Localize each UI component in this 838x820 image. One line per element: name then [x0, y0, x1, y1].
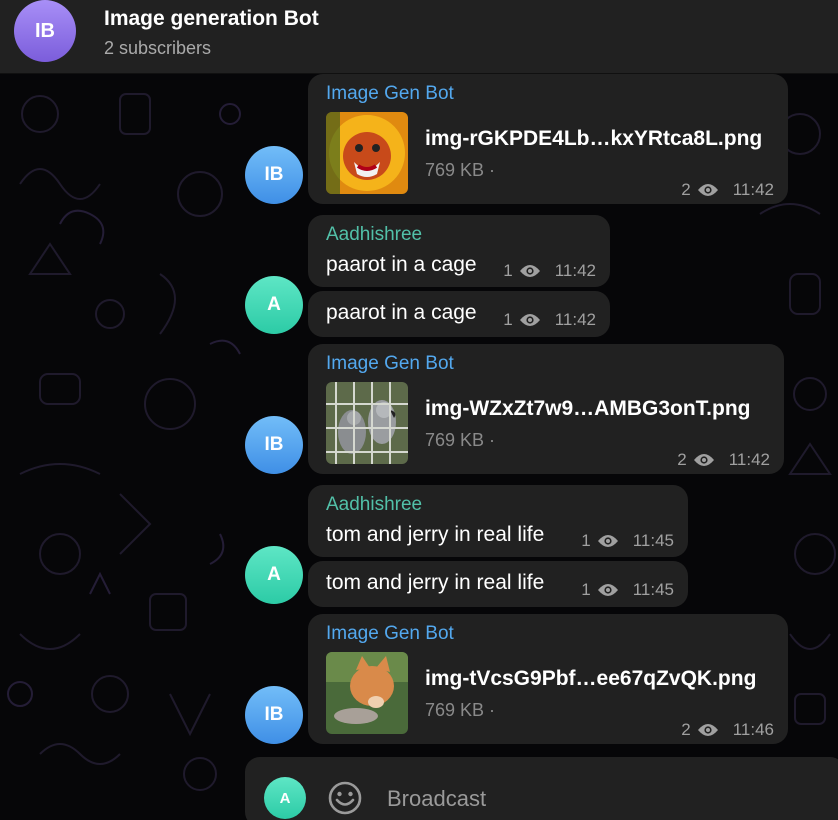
eye-icon [519, 314, 540, 326]
message-time: 11:42 [554, 261, 596, 280]
sender-avatar[interactable]: IB [245, 416, 303, 474]
message-meta: 2 11:46 [681, 720, 774, 740]
text-message[interactable]: Aadhishree tom and jerry in real life 1 … [308, 485, 688, 557]
sender-avatar[interactable]: A [245, 546, 303, 604]
emoji-icon[interactable] [327, 780, 363, 816]
view-count: 1 [581, 580, 591, 599]
view-count: 1 [503, 310, 513, 329]
file-name[interactable]: img-tVcsG9Pbf…ee67qZvQK.png [425, 667, 756, 691]
send-as-avatar[interactable]: A [264, 777, 306, 819]
message-composer[interactable]: A Broadcast [245, 757, 838, 820]
channel-avatar[interactable]: IB [14, 0, 76, 62]
eye-icon [597, 584, 618, 596]
message-meta: 1 11:42 [503, 310, 596, 330]
sender-name[interactable]: Image Gen Bot [326, 623, 454, 645]
channel-title[interactable]: Image generation Bot [104, 7, 319, 31]
view-count: 1 [503, 261, 513, 280]
sender-name[interactable]: Image Gen Bot [326, 353, 454, 375]
message-text: paarot in a cage [326, 253, 477, 276]
file-message[interactable]: Image Gen Bot img-tVcsG9Pbf…ee67qZvQK.pn… [308, 614, 788, 744]
text-message[interactable]: paarot in a cage 1 11:42 [308, 291, 610, 337]
view-count: 2 [681, 720, 691, 739]
message-time: 11:42 [732, 180, 774, 199]
message-time: 11:42 [554, 310, 596, 329]
sender-name[interactable]: Aadhishree [326, 224, 422, 246]
file-name[interactable]: img-WZxZt7w9…AMBG3onT.png [425, 397, 750, 421]
view-count: 1 [581, 531, 591, 550]
subscriber-count: 2 subscribers [104, 38, 212, 58]
cat-icon[interactable] [326, 652, 408, 734]
text-message[interactable]: tom and jerry in real life 1 11:45 [308, 561, 688, 607]
eye-icon [597, 535, 618, 547]
message-time: 11:45 [632, 531, 674, 550]
sender-avatar[interactable]: IB [245, 686, 303, 744]
chat-header[interactable]: IB Image generation Bot 2 subscribers [0, 0, 838, 74]
message-meta: 1 11:42 [503, 261, 596, 281]
eye-icon [693, 454, 714, 466]
message-time: 11:42 [728, 450, 770, 469]
eye-icon [697, 724, 718, 736]
file-message[interactable]: Image Gen Bot img-WZxZt7w9…AMBG3onT.png … [308, 344, 784, 474]
text-message[interactable]: Aadhishree paarot in a cage 1 11:42 [308, 215, 610, 287]
message-meta: 2 11:42 [681, 180, 774, 200]
message-text: paarot in a cage [326, 301, 477, 324]
file-name[interactable]: img-rGKPDE4Lb…kxYRtca8L.png [425, 127, 762, 151]
message-meta: 1 11:45 [581, 531, 674, 551]
message-text: tom and jerry in real life [326, 523, 545, 546]
file-message[interactable]: Image Gen Bot img-rGKPDE4Lb…kxYRtca8L.pn… [308, 74, 788, 204]
file-size: 769 KB · [425, 700, 496, 720]
file-size: 769 KB · [425, 160, 496, 180]
view-count: 2 [681, 180, 691, 199]
message-time: 11:46 [732, 720, 774, 739]
sender-avatar[interactable]: A [245, 276, 303, 334]
message-meta: 2 11:42 [677, 450, 770, 470]
message-meta: 1 11:45 [581, 580, 674, 600]
message-time: 11:45 [632, 580, 674, 599]
eye-icon [697, 184, 718, 196]
eye-icon [519, 265, 540, 277]
view-count: 2 [677, 450, 687, 469]
file-size: 769 KB · [425, 430, 496, 450]
sender-avatar[interactable]: IB [245, 146, 303, 204]
parrot-icon[interactable] [326, 382, 408, 464]
message-text: tom and jerry in real life [326, 571, 545, 594]
lion-icon[interactable] [326, 112, 408, 194]
broadcast-input[interactable]: Broadcast [387, 786, 486, 812]
sender-name[interactable]: Aadhishree [326, 494, 422, 516]
sender-name[interactable]: Image Gen Bot [326, 83, 454, 105]
